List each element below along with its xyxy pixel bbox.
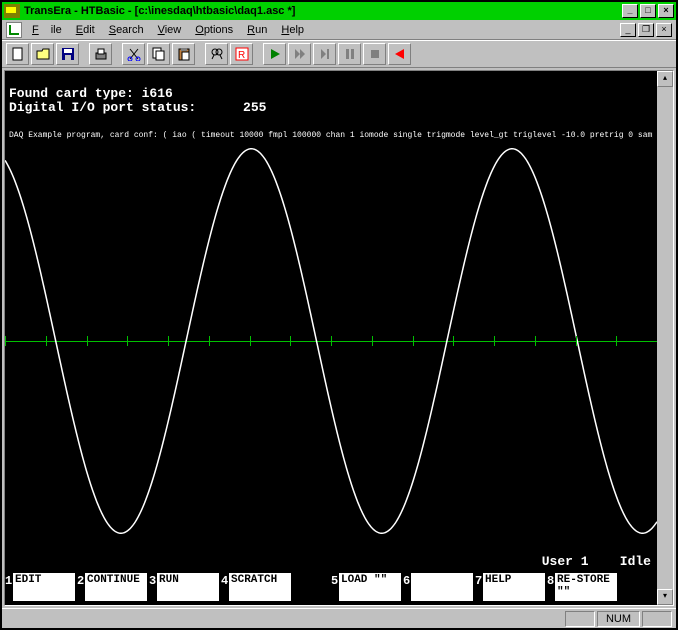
output-line-1: Found card type: i616 [9,86,173,101]
svg-text:R: R [238,50,245,61]
copy-icon[interactable] [147,43,170,65]
run-icon[interactable] [263,43,286,65]
axis-tick [616,336,617,346]
step-over-icon[interactable] [313,43,336,65]
toolbar: R [2,40,676,68]
vertical-scrollbar[interactable]: ▴ ▾ [657,71,673,605]
fkey-label: HELP [483,573,545,601]
function-keys: 1EDIT2CONTINUE3 RUN4SCRATCH 5LOAD ""6 7HEL… [5,573,657,605]
paste-icon[interactable] [172,43,195,65]
axis-tick [168,336,169,346]
menu-run[interactable]: Run [241,22,273,38]
menu-bar: File Edit Search View Options Run Help _… [2,20,676,40]
output-line-2: Digital I/O port status: 255 [9,100,266,115]
fkey-3[interactable]: 3 RUN [149,573,221,605]
save-icon[interactable] [56,43,79,65]
app-icon [4,4,20,18]
axis-tick [535,336,536,346]
mdi-close-button[interactable]: × [656,23,672,37]
mdi-restore-button[interactable]: ❐ [638,23,654,37]
menu-file[interactable]: File [26,22,68,38]
fkey-label: RE-STORE "" [555,573,617,601]
titlebar[interactable]: TransEra - HTBasic - [c:\inesdaq\htbasic… [2,2,676,20]
fkey-number: 2 [77,573,85,588]
menu-view[interactable]: View [152,22,188,38]
axis-tick [576,336,577,346]
fkey-6[interactable]: 6 [403,573,475,605]
fkey-5[interactable]: 5LOAD "" [331,573,403,605]
fkey-number: 6 [403,573,411,588]
status-cell-empty2 [642,611,672,627]
fkey-label [411,573,473,601]
replace-icon[interactable]: R [230,43,253,65]
status-bar: NUM [2,608,676,628]
axis-tick [127,336,128,346]
fkey-2[interactable]: 2CONTINUE [77,573,149,605]
minimize-button[interactable]: _ [622,4,638,18]
stop-icon[interactable] [363,43,386,65]
fkey-1[interactable]: 1EDIT [5,573,77,605]
axis-tick [372,336,373,346]
window-title: TransEra - HTBasic - [c:\inesdaq\htbasic… [24,5,295,17]
open-file-icon[interactable] [31,43,54,65]
scroll-up-button[interactable]: ▴ [657,71,673,87]
close-button[interactable]: × [658,4,674,18]
plot-area [5,131,657,551]
cut-icon[interactable] [122,43,145,65]
axis-tick [290,336,291,346]
fkey-8[interactable]: 8RE-STORE "" [547,573,619,605]
fkey-label: EDIT [13,573,75,601]
terminal-view: Found card type: i616 Digital I/O port s… [4,70,674,606]
print-icon[interactable] [89,43,112,65]
step-icon[interactable] [288,43,311,65]
fkey-number: 4 [221,573,229,588]
axis-tick [413,336,414,346]
fkey-label: LOAD "" [339,573,401,601]
menu-options[interactable]: Options [189,22,239,38]
new-file-icon[interactable] [6,43,29,65]
menu-edit[interactable]: Edit [70,22,101,38]
record-icon[interactable] [388,43,411,65]
find-icon[interactable] [205,43,228,65]
scroll-down-button[interactable]: ▾ [657,589,673,605]
axis-tick [453,336,454,346]
menu-search[interactable]: Search [103,22,150,38]
axis-tick [5,336,6,346]
mdi-minimize-button[interactable]: _ [620,23,636,37]
axis-tick [87,336,88,346]
axis-tick [250,336,251,346]
axis-tick [331,336,332,346]
fkey-label: SCRATCH [229,573,291,601]
menu-help[interactable]: Help [275,22,310,38]
fkey-7[interactable]: 7HELP [475,573,547,605]
status-numlock: NUM [597,611,640,627]
pause-icon[interactable] [338,43,361,65]
fkey-number: 1 [5,573,13,588]
user-status: User 1 Idle [542,554,651,569]
document-icon[interactable] [6,22,22,38]
fkey-4[interactable]: 4SCRATCH [221,573,293,605]
fkey-number: 5 [331,573,339,588]
fkey-number: 3 [149,573,157,588]
axis-tick [46,336,47,346]
axis-tick [494,336,495,346]
fkey-label: CONTINUE [85,573,147,601]
maximize-button[interactable]: □ [640,4,656,18]
status-cell-empty1 [565,611,595,627]
app-window: TransEra - HTBasic - [c:\inesdaq\htbasic… [0,0,678,630]
fkey-number: 7 [475,573,483,588]
fkey-number: 8 [547,573,555,588]
axis-tick [209,336,210,346]
fkey-label: RUN [157,573,219,601]
